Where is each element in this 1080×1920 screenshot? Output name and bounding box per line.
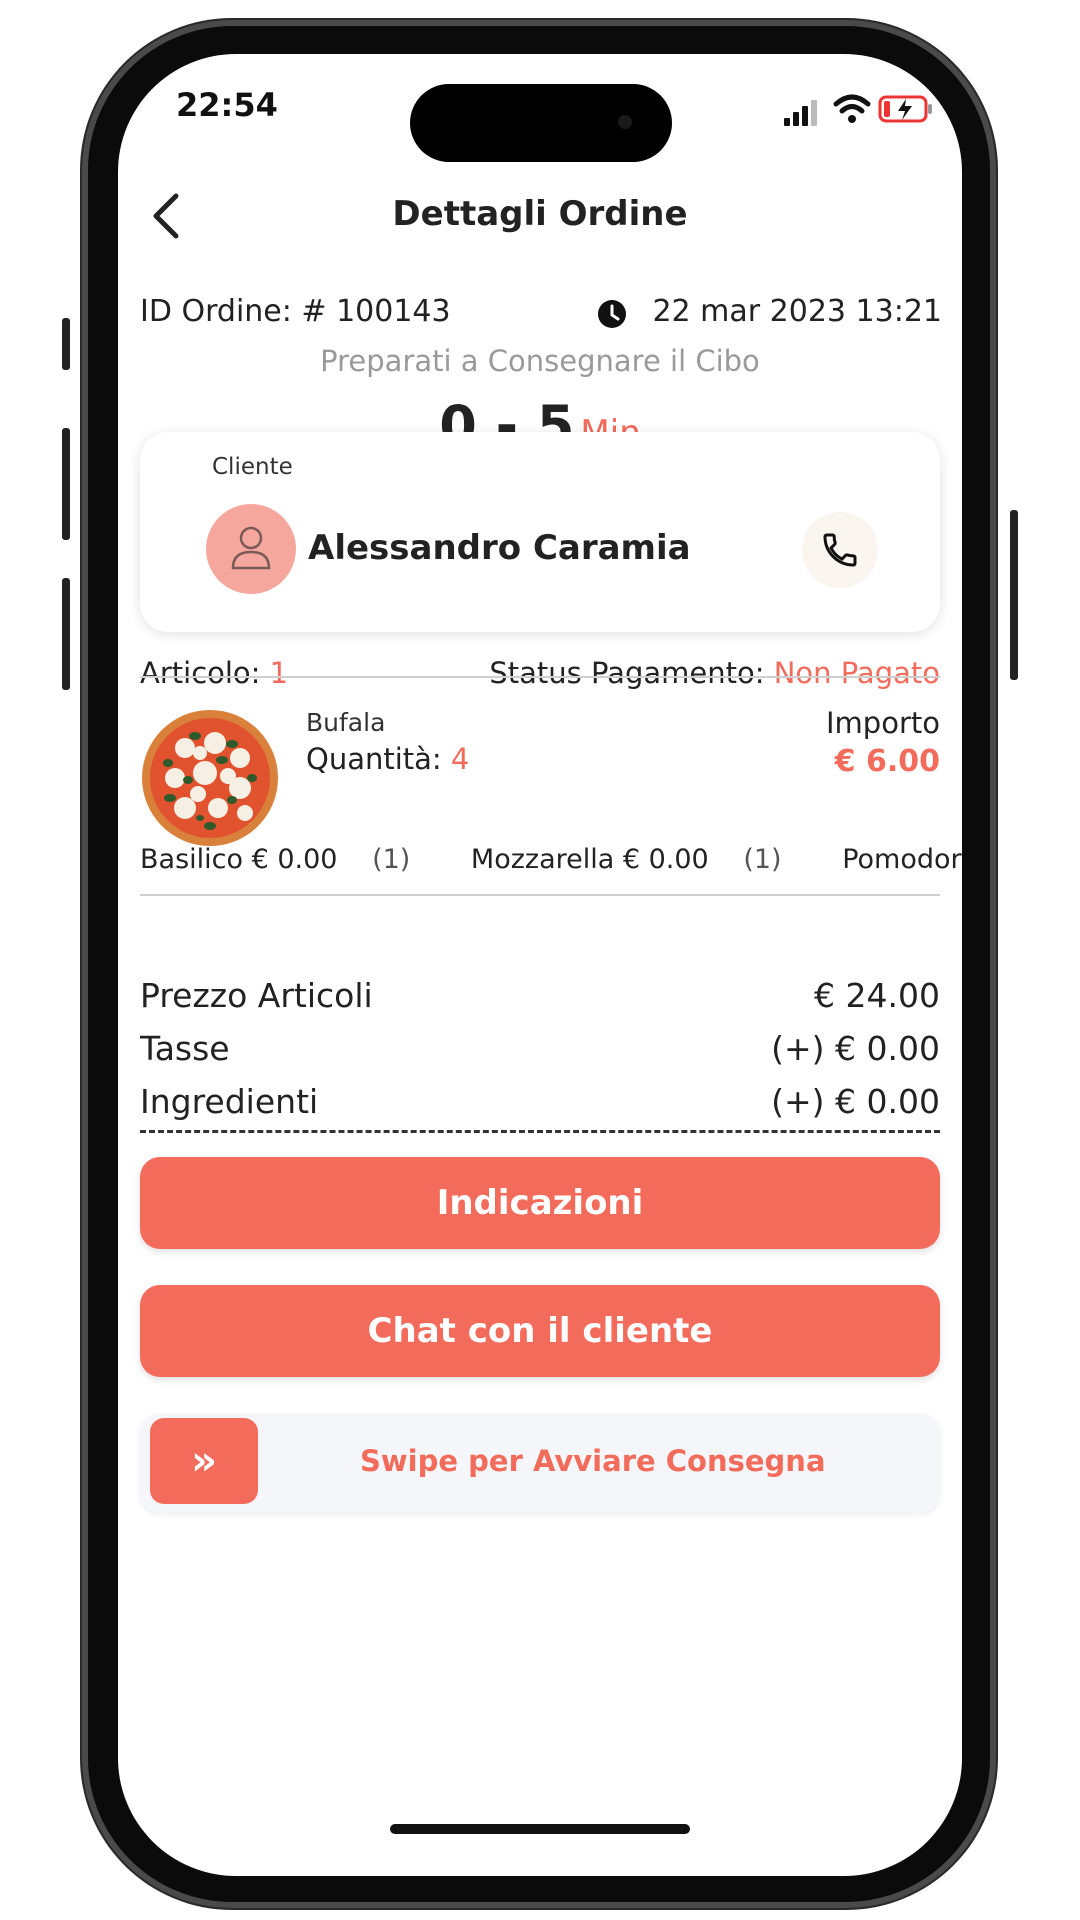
item-count-value: 1 <box>269 656 289 690</box>
payment-status-label: Status Pagamento: <box>489 656 765 690</box>
topping-item: Mozzarella € 0.00 (1) <box>470 844 782 875</box>
app-screen: 22:54 Dettagli Ordine ID Ordine: # 10014… <box>118 54 962 1876</box>
item-count-label: Articolo: <box>140 656 261 690</box>
total-value: (+) € 0.00 <box>771 1029 940 1068</box>
customer-label: Cliente <box>212 454 293 480</box>
swipe-handle[interactable]: » <box>150 1418 258 1504</box>
total-value: € 24.00 <box>814 976 940 1015</box>
status-time: 22:54 <box>176 86 278 124</box>
item-quantity: Quantità: 4 <box>306 742 469 776</box>
call-customer-button[interactable] <box>802 512 878 588</box>
dynamic-island <box>410 84 672 162</box>
customer-name: Alessandro Caramia <box>308 528 691 568</box>
user-icon <box>231 526 271 570</box>
topping-item: Basilico € 0.00 (1) <box>140 844 411 875</box>
payment-status-value: Non Pagato <box>773 656 940 690</box>
order-id: ID Ordine: # 100143 <box>140 294 451 329</box>
clock-icon <box>598 300 626 328</box>
topping-item: Pomodoro € <box>842 844 962 875</box>
divider <box>140 676 940 678</box>
wifi-icon <box>833 94 871 123</box>
home-indicator[interactable] <box>390 1824 690 1834</box>
swipe-start-delivery[interactable]: » Swipe per Avviare Consegna <box>140 1414 940 1514</box>
signal-icon <box>784 100 817 126</box>
amount-value: € 6.00 <box>834 744 940 779</box>
quantity-value: 4 <box>450 742 470 776</box>
swipe-label: Swipe per Avviare Consegna <box>360 1444 826 1478</box>
amount-label: Importo <box>826 706 940 740</box>
dashed-divider <box>140 1130 940 1133</box>
payment-status: Status Pagamento: Non Pagato <box>489 656 940 690</box>
total-label: Tasse <box>140 1029 230 1068</box>
chat-customer-button[interactable]: Chat con il cliente <box>140 1285 940 1377</box>
divider <box>140 894 940 896</box>
total-row-items: Prezzo Articoli € 24.00 <box>140 976 940 1015</box>
page-title: Dettagli Ordine <box>392 194 688 234</box>
customer-card: Cliente Alessandro Caramia <box>140 432 940 632</box>
total-label: Prezzo Articoli <box>140 976 373 1015</box>
total-value: (+) € 0.00 <box>771 1082 940 1121</box>
item-name: Bufala <box>306 708 386 737</box>
toppings-list: Basilico € 0.00 (1) Mozzarella € 0.00 (1… <box>140 844 962 875</box>
mute-switch <box>62 318 70 370</box>
power-button <box>1010 510 1018 680</box>
total-row-taxes: Tasse (+) € 0.00 <box>140 1029 940 1068</box>
phone-icon <box>823 533 857 567</box>
quantity-label: Quantità: <box>306 742 442 776</box>
battery-charging-icon <box>878 95 932 123</box>
total-row-ingredients: Ingredienti (+) € 0.00 <box>140 1082 940 1121</box>
order-datetime: 22 mar 2023 13:21 <box>652 294 942 329</box>
total-label: Ingredienti <box>140 1082 319 1121</box>
volume-down-button <box>62 578 70 690</box>
avatar <box>206 504 296 594</box>
volume-up-button <box>62 428 70 540</box>
pizza-image <box>142 710 278 846</box>
directions-button[interactable]: Indicazioni <box>140 1157 940 1249</box>
prep-status-text: Preparati a Consegnare il Cibo <box>320 344 760 378</box>
item-count: Articolo: 1 <box>140 656 288 690</box>
